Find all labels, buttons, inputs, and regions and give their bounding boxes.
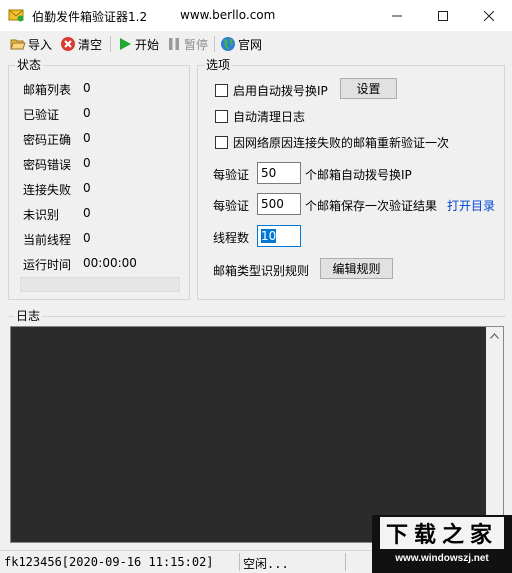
dial-count-input[interactable]: 50 bbox=[257, 162, 301, 184]
toolbar-separator bbox=[214, 36, 215, 52]
start-button[interactable]: 开始 bbox=[117, 34, 159, 54]
folder-open-icon bbox=[10, 36, 26, 52]
retry-failed-checkbox[interactable]: 因网络原因连接失败的邮箱重新验证一次 bbox=[215, 134, 449, 151]
options-group-title: 选项 bbox=[204, 58, 233, 72]
stat-value-password-wrong: 0 bbox=[83, 156, 91, 170]
auto-dial-label: 启用自动拨号换IP bbox=[233, 84, 328, 98]
save-count-input[interactable]: 500 bbox=[257, 193, 301, 215]
checkbox-box[interactable] bbox=[215, 136, 228, 149]
toolbar-separator bbox=[110, 36, 111, 52]
stat-label-mailbox-list: 邮箱列表 bbox=[23, 83, 72, 97]
watermark-url: www.windowszj.net bbox=[395, 553, 489, 564]
progress-bar bbox=[20, 277, 180, 292]
stat-label-run-time: 运行时间 bbox=[23, 258, 72, 272]
stat-value-mailbox-list: 0 bbox=[83, 81, 91, 95]
checkbox-box[interactable] bbox=[215, 84, 228, 97]
window-title: 伯勤发件箱验证器1.2 bbox=[32, 10, 148, 24]
threads-label: 线程数 bbox=[213, 231, 250, 245]
clear-icon bbox=[60, 36, 76, 52]
stat-value-run-time: 00:00:00 bbox=[83, 256, 137, 270]
retry-failed-label: 因网络原因连接失败的邮箱重新验证一次 bbox=[233, 136, 450, 150]
auto-clean-log-label: 自动清理日志 bbox=[233, 110, 306, 124]
threads-input[interactable]: 10 bbox=[257, 225, 301, 247]
threads-value: 10 bbox=[261, 229, 277, 243]
checkbox-box[interactable] bbox=[215, 110, 228, 123]
website-button[interactable]: 官网 bbox=[220, 34, 262, 54]
window-title-url: www.berllo.com bbox=[180, 8, 276, 22]
scroll-up-button[interactable] bbox=[486, 327, 503, 344]
log-group-title: 日志 bbox=[14, 309, 43, 323]
save-suffix-label: 个邮箱保存一次验证结果 bbox=[305, 199, 438, 213]
options-group: 选项 启用自动拨号换IP 设置 自动清理日志 因网络原因连接失败的邮箱重新验证一… bbox=[197, 58, 505, 300]
status-state: 空闲... bbox=[243, 557, 289, 571]
save-count-value: 500 bbox=[261, 197, 284, 211]
dial-every-label: 每验证 bbox=[213, 168, 250, 182]
stat-label-password-wrong: 密码错误 bbox=[23, 158, 72, 172]
dial-suffix-label: 个邮箱自动拨号换IP bbox=[305, 168, 412, 182]
auto-clean-log-checkbox[interactable]: 自动清理日志 bbox=[215, 108, 305, 125]
minimize-icon bbox=[392, 15, 402, 16]
title-bar: 伯勤发件箱验证器1.2 www.berllo.com bbox=[0, 0, 512, 31]
stat-label-connect-failed: 连接失败 bbox=[23, 183, 72, 197]
clear-label: 清空 bbox=[78, 37, 103, 52]
stat-value-connect-failed: 0 bbox=[83, 181, 91, 195]
edit-rules-button[interactable]: 编辑规则 bbox=[320, 258, 393, 279]
status-separator bbox=[345, 553, 346, 571]
close-button[interactable] bbox=[466, 0, 512, 31]
stat-value-verified: 0 bbox=[83, 106, 91, 120]
status-user-time: fk123456[2020-09-16 11:15:02] bbox=[4, 555, 214, 569]
pause-label: 暂停 bbox=[184, 37, 209, 52]
stat-value-password-correct: 0 bbox=[83, 131, 91, 145]
log-textarea[interactable] bbox=[10, 326, 504, 543]
watermark-logo: 下载之家 www.windowszj.net bbox=[372, 515, 512, 573]
globe-icon bbox=[220, 36, 236, 52]
stat-label-current-threads: 当前线程 bbox=[23, 233, 72, 247]
maximize-icon bbox=[438, 10, 448, 21]
watermark-title: 下载之家 bbox=[380, 517, 504, 549]
status-separator bbox=[239, 553, 240, 571]
stat-label-password-correct: 密码正确 bbox=[23, 133, 72, 147]
status-group-title: 状态 bbox=[15, 58, 44, 72]
website-label: 官网 bbox=[238, 37, 263, 52]
rules-label: 邮箱类型识别规则 bbox=[213, 264, 310, 278]
log-scrollbar[interactable] bbox=[486, 327, 503, 542]
import-button[interactable]: 导入 bbox=[10, 34, 52, 54]
clear-button[interactable]: 清空 bbox=[60, 34, 102, 54]
close-icon bbox=[484, 10, 494, 21]
start-label: 开始 bbox=[135, 37, 160, 52]
minimize-button[interactable] bbox=[374, 0, 420, 31]
maximize-button[interactable] bbox=[420, 0, 466, 31]
chevron-up-icon bbox=[490, 332, 499, 339]
toolbar: 导入 清空 开始 暂停 官网 bbox=[0, 31, 512, 57]
save-every-label: 每验证 bbox=[213, 199, 250, 213]
status-group: 状态 邮箱列表 0 已验证 0 密码正确 0 密码错误 0 连接失败 0 未识别… bbox=[8, 58, 190, 300]
pause-icon bbox=[166, 36, 182, 52]
stat-value-unrecognized: 0 bbox=[83, 206, 91, 220]
import-label: 导入 bbox=[28, 37, 53, 52]
dial-count-value: 50 bbox=[261, 166, 277, 180]
settings-button[interactable]: 设置 bbox=[340, 78, 397, 99]
play-icon bbox=[117, 36, 133, 52]
pause-button[interactable]: 暂停 bbox=[166, 34, 208, 54]
app-envelope-icon bbox=[8, 8, 24, 22]
open-directory-link[interactable]: 打开目录 bbox=[447, 197, 495, 214]
stat-label-unrecognized: 未识别 bbox=[23, 208, 60, 222]
stat-value-current-threads: 0 bbox=[83, 231, 91, 245]
stat-label-verified: 已验证 bbox=[23, 108, 60, 122]
auto-dial-checkbox[interactable]: 启用自动拨号换IP bbox=[215, 82, 328, 99]
